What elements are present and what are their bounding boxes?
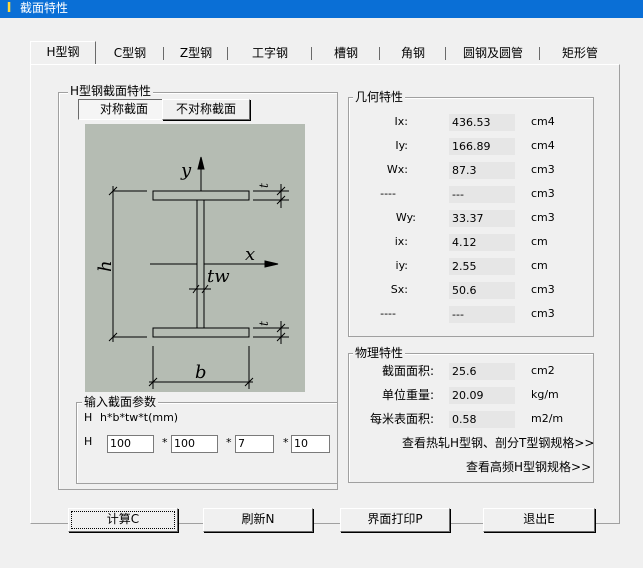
geometry-value: 87.3 (449, 162, 515, 179)
tw-input[interactable]: 7 (235, 435, 274, 453)
x-axis-label: x (245, 244, 255, 265)
tab-label: 角钢 (400, 46, 425, 60)
physics-unit: m2/m (531, 412, 564, 425)
geometry-unit: cm (531, 235, 548, 248)
section-group-label: H型钢截面特性 (68, 84, 154, 98)
window-title: 截面特性 (20, 1, 69, 15)
geometry-label: ---- (380, 187, 396, 200)
tab-channel[interactable]: 槽钢 (312, 43, 380, 64)
physics-label: 截面面积: (381, 364, 434, 378)
t-bottom-label: t (257, 321, 271, 326)
input-row-prefix: H (84, 435, 93, 448)
y-axis-label: y (180, 160, 192, 181)
tab-strip: H型钢 C型钢 Z型钢 工字钢 槽钢 角钢 圆钢及圆管 矩形管 (30, 41, 620, 65)
geometry-label: Wx: (386, 163, 408, 176)
tab-label: 工字钢 (251, 46, 288, 60)
geometry-label: Ix: (394, 115, 408, 128)
title-bar: I 截面特性 (0, 0, 643, 18)
tab-label: Z型钢 (179, 46, 213, 60)
high-freq-spec-link[interactable]: 查看高频H型钢规格>> (466, 459, 591, 475)
geometry-unit: cm4 (531, 139, 555, 152)
tab-angle[interactable]: 角钢 (380, 43, 446, 64)
geometry-label: Sx: (390, 283, 408, 296)
physics-group-label: 物理特性 (353, 346, 406, 360)
geometry-value: 166.89 (449, 138, 515, 155)
tab-z-steel[interactable]: Z型钢 (164, 43, 228, 64)
geometry-unit: cm3 (531, 307, 555, 320)
geometry-value: --- (449, 306, 515, 323)
geometry-label: ix: (394, 235, 408, 248)
tab-c-steel[interactable]: C型钢 (96, 43, 164, 64)
b-input[interactable]: 100 (171, 435, 218, 453)
symmetric-section-button[interactable]: 对称截面 (78, 99, 170, 120)
hot-rolled-spec-link[interactable]: 查看热轧H型钢、剖分T型钢规格>> (402, 435, 594, 451)
tab-h-steel[interactable]: H型钢 (30, 41, 96, 64)
exit-button[interactable]: 退出E (483, 508, 595, 532)
calculate-button[interactable]: 计算C (68, 508, 178, 532)
tab-label: 槽钢 (333, 46, 358, 60)
tab-label: 矩形管 (561, 46, 598, 60)
tab-rect-tube[interactable]: 矩形管 (540, 43, 620, 64)
multiply-sign: * (283, 436, 289, 449)
input-group-label: 输入截面参数 (82, 395, 159, 409)
geometry-unit: cm4 (531, 115, 555, 128)
asymmetric-label: 不对称截面 (175, 102, 236, 116)
physics-value: 25.6 (449, 363, 515, 380)
geometry-label: iy: (395, 259, 408, 272)
t-input[interactable]: 10 (291, 435, 330, 453)
tab-label: 圆钢及圆管 (462, 46, 523, 60)
geometry-unit: cm3 (531, 283, 555, 296)
geometry-value: 33.37 (449, 210, 515, 227)
geometry-label: Iy: (395, 139, 408, 152)
h-section-drawing: y x h tw b t t (95, 156, 289, 389)
physics-unit: cm2 (531, 364, 555, 377)
geometry-value: 436.53 (449, 114, 515, 131)
h-dimension-label: h (95, 260, 116, 272)
tab-round[interactable]: 圆钢及圆管 (446, 43, 540, 64)
tw-dimension-label: tw (207, 266, 230, 287)
geometry-value: 2.55 (449, 258, 515, 275)
multiply-sign: * (226, 436, 232, 449)
tab-label: H型钢 (46, 45, 80, 59)
i-beam-app-icon: I (6, 1, 12, 16)
h-section-diagram: y x h tw b t t (85, 124, 305, 392)
asymmetric-section-button[interactable]: 不对称截面 (162, 99, 250, 120)
formula-text: h*b*tw*t(mm) (100, 411, 179, 424)
print-button[interactable]: 界面打印P (340, 508, 450, 532)
physics-label: 每米表面积: (369, 412, 434, 426)
geometry-unit: cm3 (531, 187, 555, 200)
geometry-group-label: 几何特性 (353, 90, 406, 104)
geometry-label: Wy: (395, 211, 416, 224)
physics-unit: kg/m (531, 388, 559, 401)
geometry-value: 4.12 (449, 234, 515, 251)
tab-i-beam[interactable]: 工字钢 (228, 43, 312, 64)
geometry-unit: cm3 (531, 211, 555, 224)
b-dimension-label: b (195, 362, 207, 383)
physics-value: 0.58 (449, 411, 515, 428)
geometry-value: 50.6 (449, 282, 515, 299)
tab-label: C型钢 (113, 46, 147, 60)
geometry-unit: cm (531, 259, 548, 272)
symmetric-label: 对称截面 (99, 102, 148, 116)
geometry-label: ---- (380, 307, 396, 320)
h-input[interactable]: 100 (107, 435, 154, 453)
physics-label: 单位重量: (381, 388, 434, 402)
geometry-unit: cm3 (531, 163, 555, 176)
formula-prefix: H (84, 411, 93, 424)
physics-value: 20.09 (449, 387, 515, 404)
multiply-sign: * (162, 436, 168, 449)
refresh-button[interactable]: 刷新N (203, 508, 313, 532)
geometry-value: --- (449, 186, 515, 203)
t-top-label: t (257, 183, 271, 188)
